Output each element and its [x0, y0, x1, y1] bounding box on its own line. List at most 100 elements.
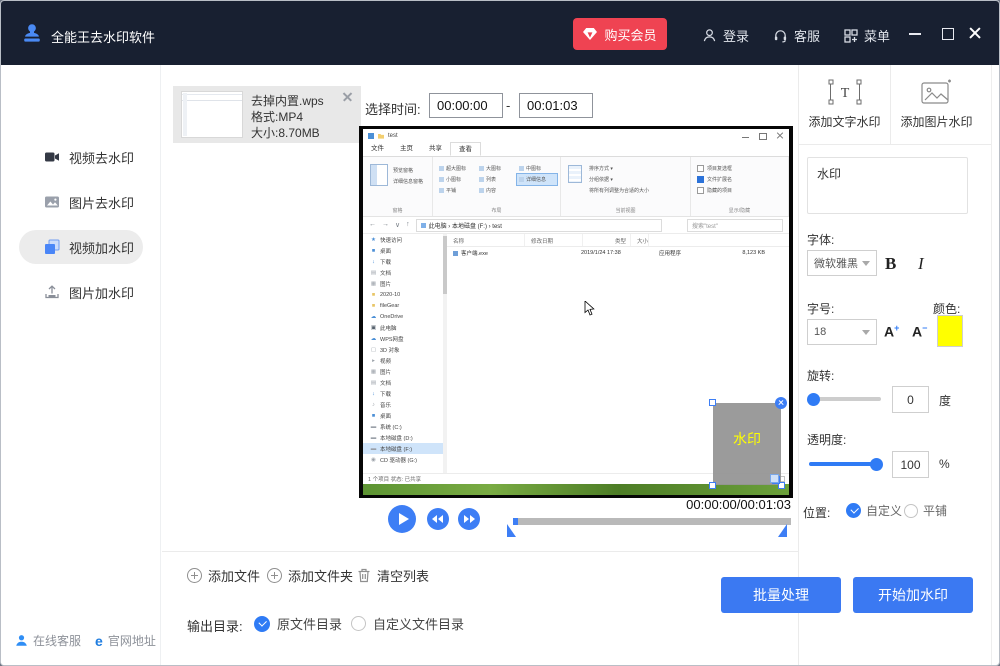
time-select-label: 选择时间:	[365, 99, 421, 118]
font-size-select[interactable]: 18	[807, 319, 877, 345]
chevron-down-icon	[862, 330, 870, 335]
text-watermark-icon: T	[828, 79, 862, 105]
exe-file-icon	[453, 251, 458, 256]
explorer-tree-item: ☁ WPS网盘	[363, 333, 447, 344]
explorer-tree-item: ▸ 视频	[363, 355, 447, 366]
font-select[interactable]: 微软雅黑	[807, 250, 877, 276]
website-link[interactable]: e 官网地址	[95, 632, 156, 649]
progress-fill	[513, 518, 518, 525]
add-image-watermark-button[interactable]: 添加图片水印	[891, 65, 982, 144]
italic-button[interactable]: I	[918, 254, 924, 274]
ribbon-group-panes: 预览窗格详细信息窗格 窗格	[363, 157, 433, 216]
radio-unchecked-icon	[904, 504, 918, 518]
rotate-unit: 度	[939, 392, 951, 409]
login-button[interactable]: 登录	[702, 26, 749, 45]
start-watermark-button[interactable]: 开始加水印	[853, 577, 973, 613]
font-size-increase-button[interactable]: A+	[884, 323, 899, 340]
rewind-button[interactable]	[427, 508, 449, 530]
image-icon	[44, 194, 60, 210]
explorer-breadcrumb: 此电脑 › 本地磁盘 (F:) › test	[416, 219, 662, 232]
font-size-decrease-button[interactable]: A−	[912, 323, 927, 340]
file-list-item[interactable]: 去掉内置.wps 格式:MP4 大小:8.70MB	[173, 86, 361, 143]
app-window: 全能王去水印软件 购买会员 登录 客服 菜单 视频去水印 图片去水印	[0, 0, 1000, 666]
watermark-text-input[interactable]: 水印	[807, 157, 968, 214]
play-button[interactable]	[388, 505, 416, 533]
forward-button[interactable]	[458, 508, 480, 530]
output-option-original[interactable]: 原文件目录	[254, 614, 342, 633]
opacity-slider[interactable]	[809, 462, 881, 466]
window-minimize-button[interactable]	[907, 25, 923, 41]
add-file-button[interactable]: 添加文件	[187, 566, 260, 585]
rotate-value-input[interactable]	[892, 386, 929, 413]
opacity-value-input[interactable]	[892, 451, 929, 478]
watermark-delete-icon[interactable]	[775, 397, 787, 409]
batch-process-button[interactable]: 批量处理	[721, 577, 841, 613]
playback-time: 00:00:00/00:01:03	[591, 497, 791, 512]
explorer-tab: 主页	[392, 142, 421, 156]
video-preview[interactable]: test 文件主页共享查看 预览窗格详细信息窗格 窗格 超大图标大图标中图标小图…	[359, 126, 793, 498]
watermark-overlay-text: 水印	[713, 429, 781, 449]
watermark-resize-icon[interactable]	[770, 474, 779, 483]
explorer-folder-icon	[378, 133, 384, 139]
menu-button[interactable]: 菜单	[844, 26, 890, 45]
toolbar-divider	[162, 551, 798, 552]
opacity-slider-knob[interactable]	[870, 458, 883, 471]
explorer-tree-item: ▬ 本地磁盘 (D:)	[363, 432, 447, 443]
add-folder-button[interactable]: 添加文件夹	[267, 566, 353, 585]
buy-membership-button[interactable]: 购买会员	[573, 18, 667, 50]
output-option-custom[interactable]: 自定义文件目录	[351, 614, 464, 633]
sidebar-item-image-remove-watermark[interactable]: 图片去水印	[19, 185, 143, 219]
upload-image-icon	[44, 284, 60, 300]
desktop-wallpaper-strip	[363, 484, 789, 495]
ribbon-group-show-hide: 项目复选框文件扩展名隐藏的项目 显示/隐藏	[691, 157, 789, 216]
explorer-ribbon-tabs: 文件主页共享查看	[363, 142, 789, 157]
chevron-down-icon	[862, 261, 870, 266]
window-maximize-button[interactable]	[939, 25, 955, 41]
online-service-link[interactable]: 在线客服	[15, 632, 81, 649]
explorer-tree-item: ▬ 本地磁盘 (F:)	[363, 443, 447, 454]
add-text-watermark-button[interactable]: T 添加文字水印	[799, 65, 890, 144]
rotate-slider-knob[interactable]	[807, 393, 820, 406]
time-start-input[interactable]	[429, 93, 503, 118]
progress-bar[interactable]	[513, 518, 791, 525]
opacity-label: 透明度:	[807, 431, 846, 448]
rotate-slider[interactable]	[809, 397, 881, 401]
trim-marker-start[interactable]	[507, 524, 516, 537]
gem-icon	[583, 28, 597, 40]
position-option-tile[interactable]: 平铺	[904, 502, 947, 519]
position-option-custom[interactable]: 自定义	[846, 502, 902, 519]
trim-marker-end[interactable]	[778, 524, 787, 537]
sidebar-item-image-add-watermark[interactable]: 图片加水印	[19, 275, 143, 309]
right-panel-divider	[799, 144, 991, 145]
explorer-tree-item: ◉ CD 驱动器 (G:)	[363, 454, 447, 465]
trash-icon	[357, 568, 371, 583]
svg-text:T: T	[840, 86, 849, 101]
support-button[interactable]: 客服	[773, 26, 820, 45]
time-end-input[interactable]	[519, 93, 593, 118]
window-close-button[interactable]	[967, 25, 983, 41]
clear-list-button[interactable]: 清空列表	[357, 566, 429, 585]
sidebar-item-video-add-watermark[interactable]: 视频加水印	[19, 230, 143, 264]
color-swatch[interactable]	[937, 315, 963, 347]
explorer-nav-arrows: ←→∨↑	[363, 221, 416, 229]
panel-divider	[798, 65, 799, 666]
explorer-tab: 查看	[450, 142, 481, 156]
explorer-tree-item: ♪ 音乐	[363, 399, 447, 410]
explorer-tree-item: ★ 快速访问	[363, 234, 447, 245]
font-size-label: 字号:	[807, 300, 834, 317]
resize-handle-top-left[interactable]	[709, 399, 716, 406]
ribbon-group-current-view: 排序方式 ▾分组依据 ▾将所有列调整为合适的大小 当前视图	[561, 157, 691, 216]
nav-pane-icon	[370, 164, 388, 186]
bold-button[interactable]: B	[885, 254, 896, 274]
sidebar: 视频去水印 图片去水印 视频加水印 图片加水印 在线客服 e 官网地址	[1, 65, 161, 666]
plus-circle-icon	[187, 568, 202, 583]
explorer-tree-item: ■ 2020-10	[363, 289, 447, 300]
overlap-squares-icon	[44, 239, 60, 255]
menu-grid-icon	[844, 29, 858, 43]
file-size: 大小:8.70MB	[251, 124, 320, 141]
sidebar-item-video-remove-watermark[interactable]: 视频去水印	[19, 140, 143, 174]
watermark-overlay[interactable]: 水印	[713, 403, 781, 485]
remove-file-icon[interactable]	[342, 91, 353, 102]
position-label: 位置:	[803, 504, 830, 521]
resize-handle-bottom-left[interactable]	[709, 482, 716, 489]
